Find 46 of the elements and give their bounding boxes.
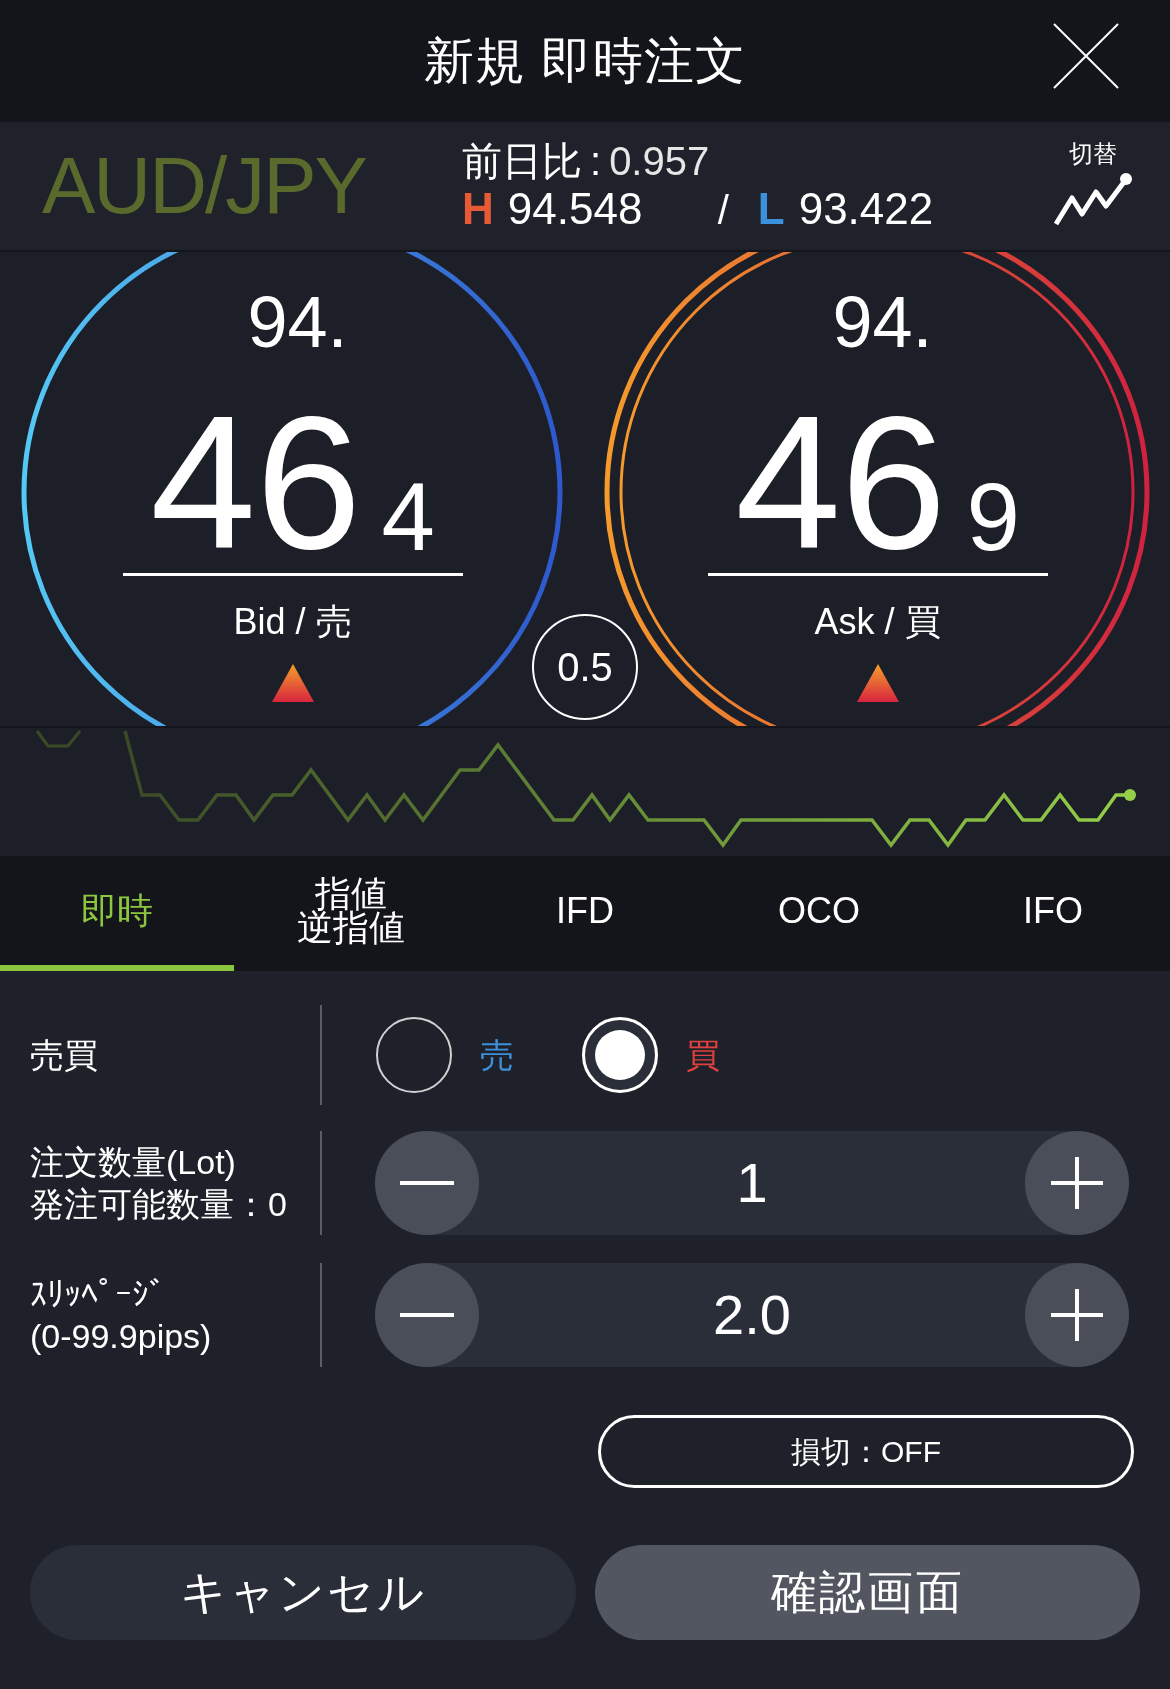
minus-icon: [400, 1181, 454, 1185]
price-head: 94.: [831, 286, 933, 358]
field-label: ｽﾘｯﾍﾟｰｼﾞ: [30, 1274, 167, 1314]
cancel-button[interactable]: キャンセル: [30, 1545, 576, 1640]
stepper-value: 2.0: [713, 1287, 791, 1343]
order-type-tab[interactable]: OCO: [702, 856, 936, 971]
low-mark: L: [757, 187, 785, 231]
spread-value: 0.5: [532, 614, 638, 720]
minus-icon: [400, 1313, 454, 1317]
order-type-tab[interactable]: 即時: [0, 856, 234, 971]
order-type-tab[interactable]: 指値 逆指値: [234, 856, 468, 971]
field-sublabel: (0-99.9pips): [30, 1316, 213, 1356]
price-pip: 9: [966, 477, 1020, 557]
field-label: 売買: [30, 1035, 99, 1075]
order-type-tab[interactable]: IFD: [468, 856, 702, 971]
high-value: 94.548: [507, 187, 644, 231]
price-big: 46: [150, 407, 362, 557]
confirm-button[interactable]: 確認画面: [594, 1545, 1140, 1640]
plus-icon: [1051, 1157, 1103, 1209]
quote-label: Bid / 売: [233, 604, 352, 640]
low-value: 93.422: [798, 187, 934, 231]
colon: :: [590, 141, 602, 181]
radio-button[interactable]: [376, 1017, 452, 1093]
field-label: 注文数量(Lot): [30, 1142, 237, 1182]
option-label: 売: [480, 1034, 514, 1076]
order-type-tab[interactable]: IFO: [936, 856, 1170, 971]
high-mark: H: [462, 187, 494, 231]
price-big: 46: [735, 407, 947, 557]
stepper-value: 1: [736, 1155, 768, 1211]
change-label: 前日比: [462, 141, 582, 181]
plus-icon: [1051, 1289, 1103, 1341]
price-head: 94.: [246, 286, 348, 358]
change-value: 0.957: [609, 141, 710, 181]
stop-loss-button[interactable]: 損切：OFF: [598, 1415, 1134, 1488]
window-title: 新規 即時注文: [423, 36, 747, 86]
close-button[interactable]: [1052, 22, 1120, 90]
separator: /: [717, 190, 730, 230]
up-triangle-icon: [856, 664, 899, 702]
close-icon: [1052, 22, 1120, 90]
price-pip: 4: [381, 477, 435, 557]
field-sublabel: 発注可能数量：0: [30, 1184, 288, 1224]
up-triangle-icon: [271, 664, 314, 702]
quote-label: Ask / 買: [814, 604, 941, 640]
currency-pair: AUD/JPY: [41, 146, 367, 226]
option-label: 買: [686, 1034, 720, 1076]
chart-switch-button[interactable]: 切替: [1052, 142, 1134, 230]
